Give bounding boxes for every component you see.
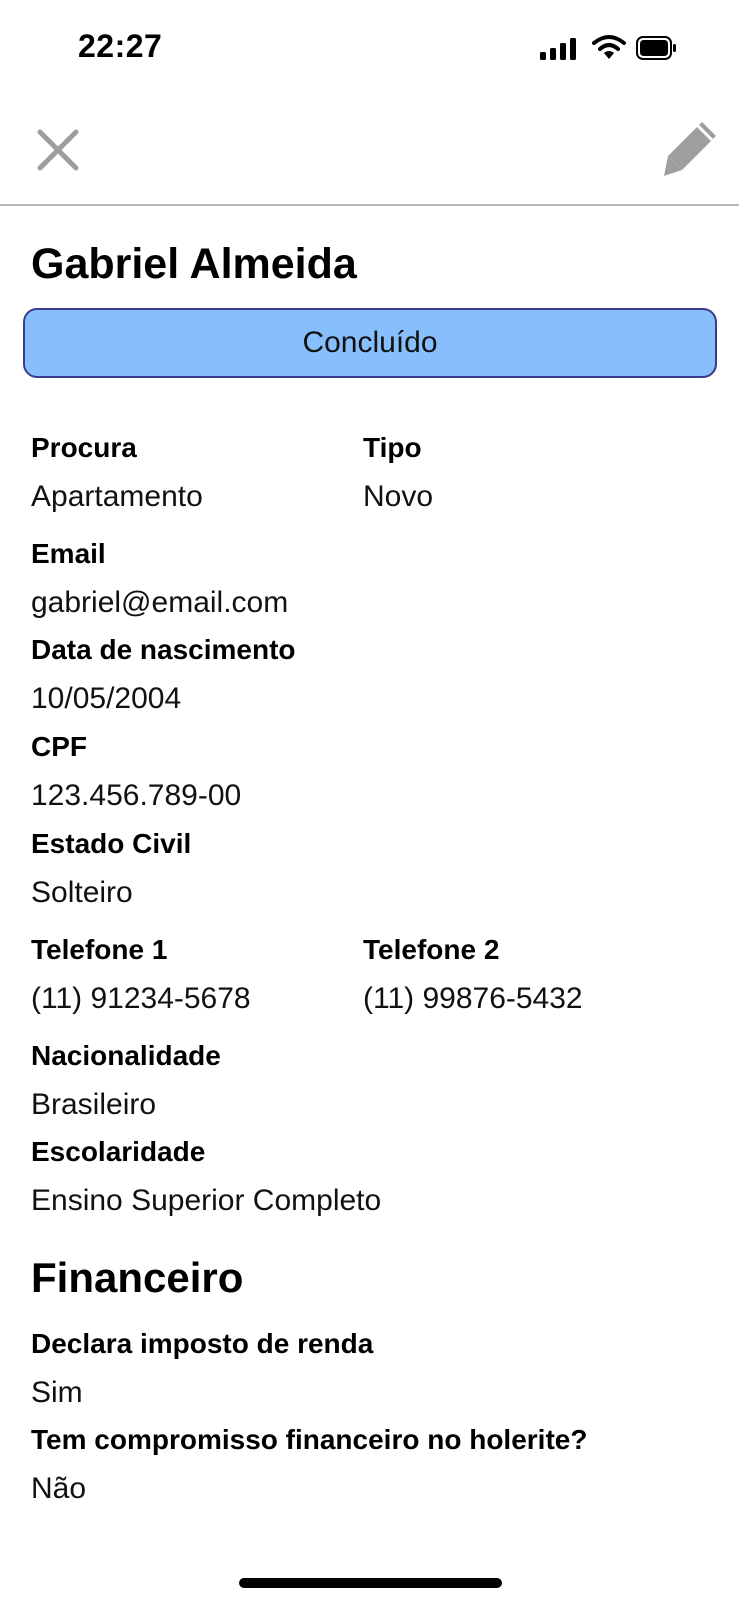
telefone1-value: (11) 91234-5678 [31, 982, 251, 1015]
estado-civil-value: Solteiro [31, 876, 133, 909]
tipo-label: Tipo [363, 432, 422, 463]
telefone2-value: (11) 99876-5432 [363, 982, 583, 1015]
edit-button[interactable] [660, 116, 722, 178]
imposto-renda-label: Declara imposto de renda [31, 1328, 374, 1359]
procura-value: Apartamento [31, 480, 203, 513]
wifi-icon [592, 35, 626, 59]
nacionalidade-value: Brasileiro [31, 1088, 157, 1121]
home-indicator[interactable] [239, 1578, 502, 1588]
compromisso-financeiro-value: Não [31, 1472, 87, 1505]
telefone2-label: Telefone 2 [363, 934, 500, 965]
top-toolbar [0, 100, 739, 206]
tipo-value: Novo [363, 480, 434, 513]
nascimento-label: Data de nascimento [31, 634, 296, 665]
status-badge: Concluído [23, 308, 717, 378]
pencil-icon [664, 122, 716, 176]
imposto-renda-value: Sim [31, 1376, 83, 1409]
telefone1-label: Telefone 1 [31, 934, 168, 965]
battery-icon [636, 36, 676, 60]
client-name: Gabriel Almeida [31, 240, 357, 288]
status-time: 22:27 [78, 28, 163, 64]
nacionalidade-label: Nacionalidade [31, 1040, 221, 1071]
email-value: gabriel@email.com [31, 586, 289, 619]
nascimento-value: 10/05/2004 [31, 682, 182, 715]
close-button[interactable] [30, 122, 86, 178]
close-icon [37, 129, 79, 171]
cpf-label: CPF [31, 731, 87, 762]
estado-civil-label: Estado Civil [31, 828, 192, 859]
cellular-signal-icon [540, 38, 576, 60]
email-label: Email [31, 538, 106, 569]
escolaridade-value: Ensino Superior Completo [31, 1184, 382, 1217]
cpf-value: 123.456.789-00 [31, 779, 242, 812]
status-bar: 22:27 [0, 0, 739, 100]
procura-label: Procura [31, 432, 137, 463]
financeiro-section-title: Financeiro [31, 1254, 244, 1301]
compromisso-financeiro-label: Tem compromisso financeiro no holerite? [31, 1424, 588, 1455]
escolaridade-label: Escolaridade [31, 1136, 206, 1167]
